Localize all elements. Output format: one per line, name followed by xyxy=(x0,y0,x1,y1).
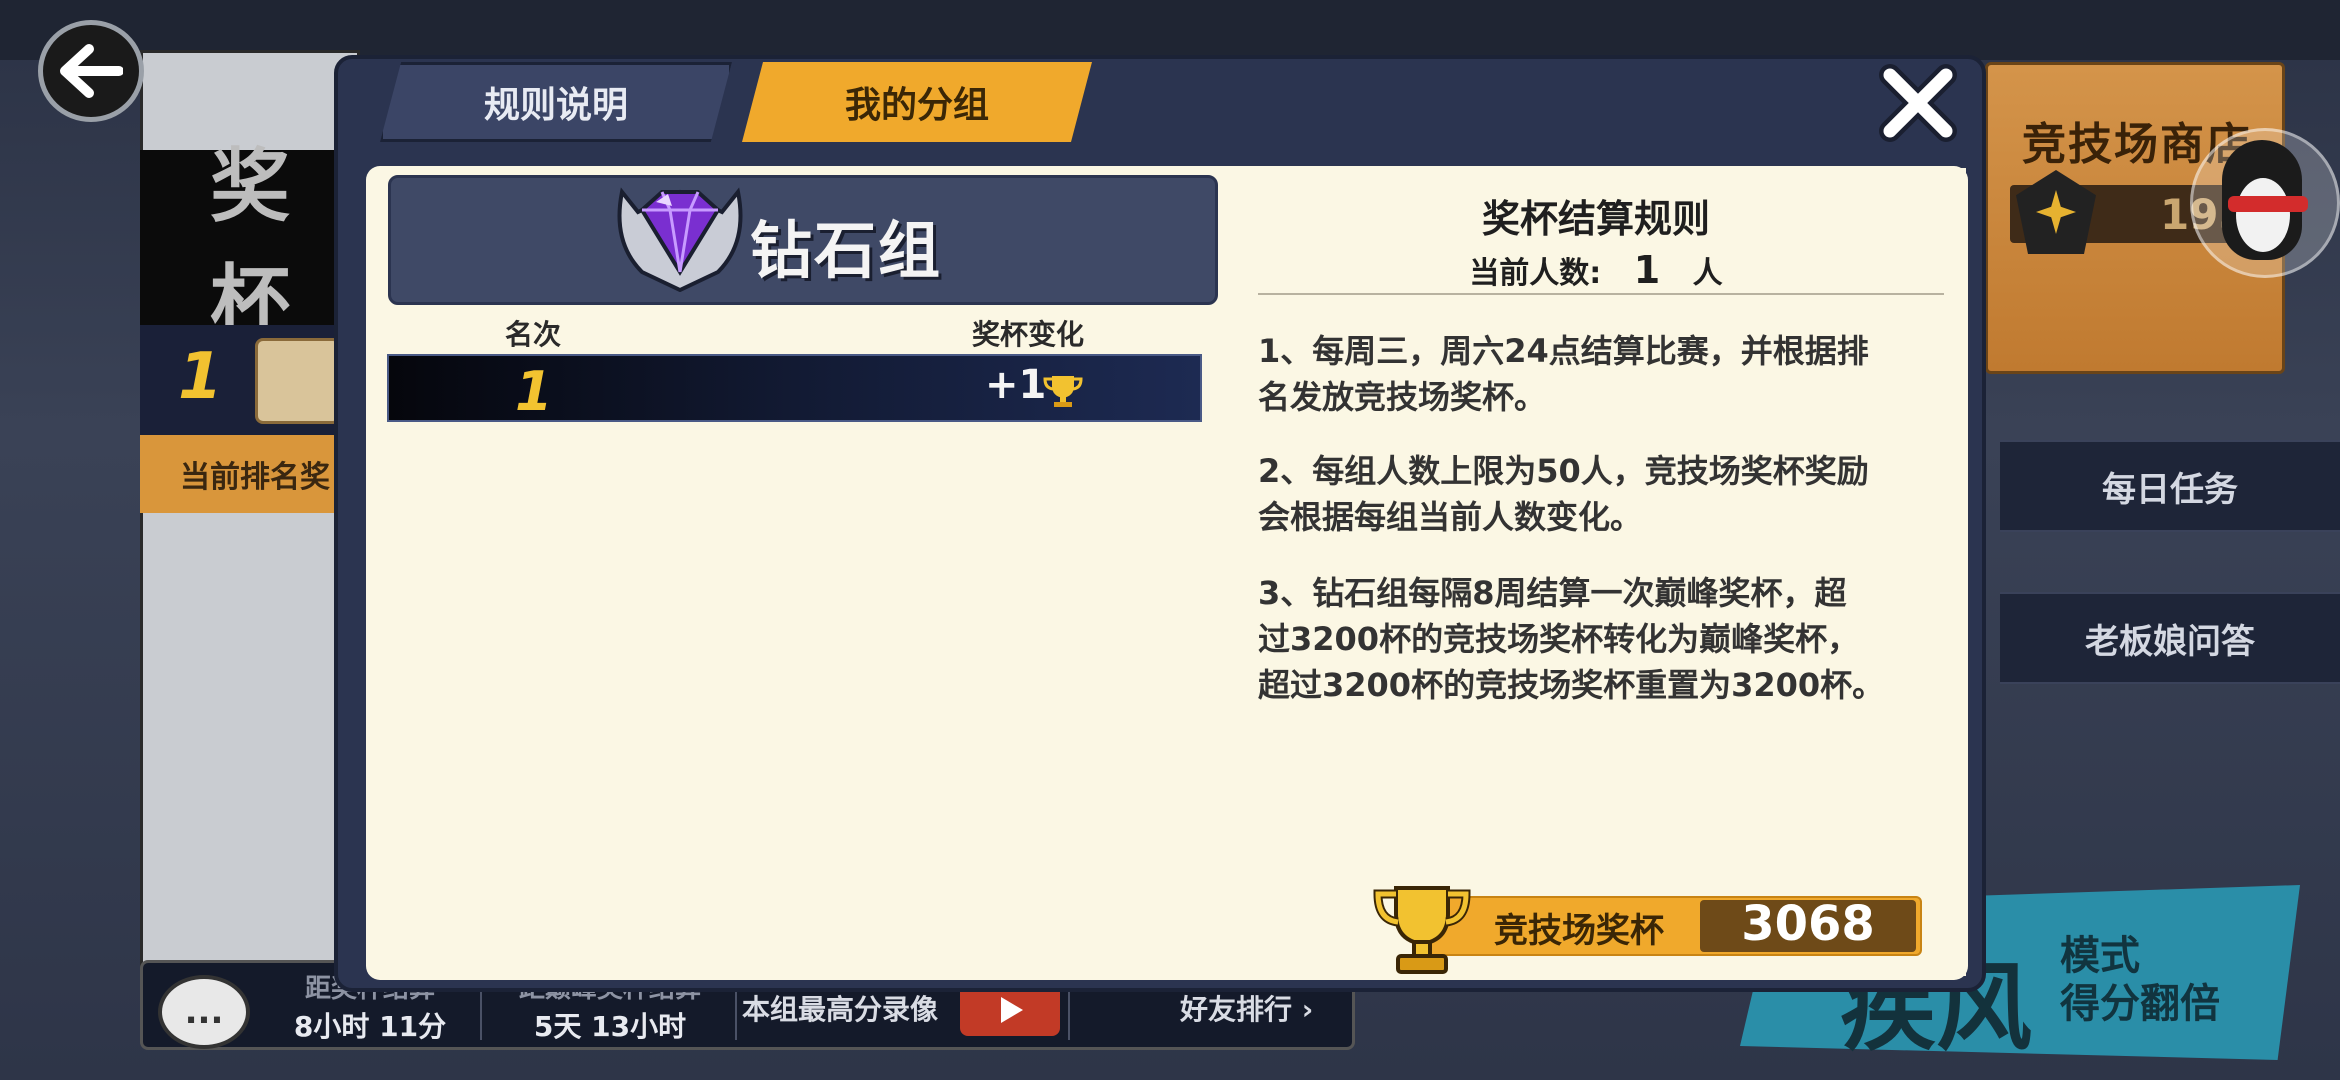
divider xyxy=(1258,293,1944,295)
daily-tasks-button[interactable]: 每日任务 xyxy=(2000,440,2340,532)
qq-penguin-scarf xyxy=(2228,196,2308,212)
settle-timer-value: 8小时 11分 xyxy=(293,1010,447,1043)
arena-trophy-label: 竞技场奖杯 xyxy=(1494,911,1664,951)
back-button[interactable] xyxy=(38,20,144,122)
play-icon xyxy=(1001,997,1023,1023)
rule-line: 过3200杯的竞技场奖杯转化为巅峰奖杯， xyxy=(1258,620,1860,658)
rule-line: 名发放竞技场奖杯。 xyxy=(1258,378,1547,416)
count-label: 当前人数: xyxy=(1469,256,1602,291)
rule-line: 2、每组人数上限为50人，竞技场奖杯奖励 xyxy=(1258,452,1869,490)
mode-banner-line: 模式 xyxy=(2060,933,2140,979)
mode-banner-text: 模式 得分翻倍 xyxy=(2060,932,2220,1028)
mode-banner-line: 得分翻倍 xyxy=(2060,981,2220,1027)
rule-line: 1、每周三，周六24点结算比赛，并根据排 xyxy=(1258,332,1869,370)
tab-rules[interactable]: 规则说明 xyxy=(380,62,732,142)
group-name: 钻石组 xyxy=(750,214,943,287)
current-player-count: 当前人数: 1 人 xyxy=(1226,248,1966,292)
friends-ranking-button[interactable]: 好友排行 › xyxy=(1180,988,1313,1028)
rule-paragraph: 2、每组人数上限为50人，竞技场奖杯奖励 会根据每组当前人数变化。 xyxy=(1258,448,1958,540)
diamond-icon xyxy=(612,172,748,293)
chat-icon: ... xyxy=(184,992,224,1032)
column-header-rank: 名次 xyxy=(505,318,562,351)
rule-paragraph: 1、每周三，周六24点结算比赛，并根据排 名发放竞技场奖杯。 xyxy=(1258,328,1958,420)
column-header-trophy-change: 奖杯变化 xyxy=(972,318,1085,351)
trophy-panel-title: 奖杯 xyxy=(140,139,360,349)
rank-reward-label[interactable]: 当前排名奖 xyxy=(140,435,360,513)
row-trophy-change: +1 xyxy=(985,362,1047,408)
peak-timer-value: 5天 13小时 xyxy=(533,1010,687,1043)
avatar[interactable] xyxy=(255,338,341,424)
count-value: 1 xyxy=(1633,248,1661,292)
qq-penguin-belly xyxy=(2236,178,2290,252)
row-rank: 1 xyxy=(515,360,553,423)
rule-line: 3、钻石组每隔8周结算一次巅峰奖杯，超 xyxy=(1258,574,1847,612)
rule-line: 超过3200杯的竞技场奖杯重置为3200杯。 xyxy=(1258,666,1885,704)
back-arrow-icon xyxy=(60,44,123,98)
count-unit: 人 xyxy=(1692,256,1723,291)
close-button[interactable] xyxy=(1870,55,1966,151)
boss-lady-qa-button[interactable]: 老板娘问答 xyxy=(2000,592,2340,684)
rule-line: 会根据每组当前人数变化。 xyxy=(1258,498,1643,536)
my-rank-number: 1 xyxy=(178,340,223,414)
chat-button[interactable]: ... xyxy=(158,975,250,1049)
rule-paragraph: 3、钻石组每隔8周结算一次巅峰奖杯，超 过3200杯的竞技场奖杯转化为巅峰奖杯，… xyxy=(1258,570,1958,708)
close-icon xyxy=(1879,64,1957,142)
rules-title: 奖杯结算规则 xyxy=(1481,197,1710,241)
replay-label: 本组最高分录像 xyxy=(742,993,939,1026)
tab-my-group[interactable]: 我的分组 xyxy=(742,62,1092,142)
trophy-icon xyxy=(1373,886,1471,974)
trophy-icon xyxy=(1043,376,1083,407)
arena-trophy-value: 3068 xyxy=(1741,896,1875,952)
